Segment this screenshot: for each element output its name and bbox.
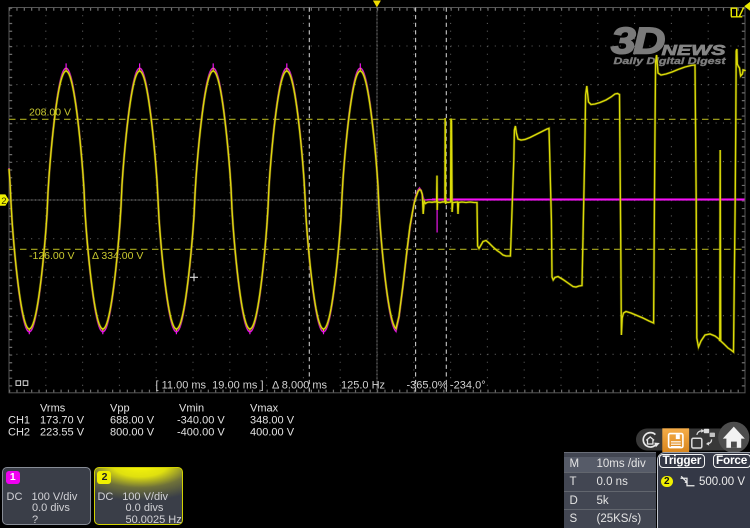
svg-text:Vmin: Vmin [179,403,204,415]
svg-text:-340.00 V: -340.00 V [177,415,225,427]
svg-text:Δ 334.00 V: Δ 334.00 V [92,250,143,262]
svg-text:223.55 V: 223.55 V [40,427,85,439]
svg-text:Vrms: Vrms [40,403,66,415]
svg-text:2: 2 [1,196,6,207]
svg-text:400.00 V: 400.00 V [250,427,295,439]
svg-text:800.00 V: 800.00 V [110,427,155,439]
svg-text:-365.0%: -365.0% [407,380,448,392]
svg-text:348.00 V: 348.00 V [250,415,295,427]
svg-text:173.70 V: 173.70 V [40,415,85,427]
svg-text:-400.00 V: -400.00 V [177,427,225,439]
svg-text:Vpp: Vpp [110,403,130,415]
svg-text:Vmax: Vmax [250,403,279,415]
svg-text:-126.00 V: -126.00 V [29,250,75,262]
svg-text:208.00 V: 208.00 V [29,107,71,119]
svg-text:Daily Digital Digest: Daily Digital Digest [614,56,727,67]
svg-text:CH1: CH1 [8,415,30,427]
svg-text:CH2: CH2 [8,427,30,439]
svg-text:Δ 8.000 ms: Δ 8.000 ms [272,380,328,392]
svg-text:[ 11.00 ms 19.00 ms ]: [ 11.00 ms 19.00 ms ] [156,380,264,392]
svg-text:-234.0°: -234.0° [450,380,486,392]
svg-text:125.0 Hz: 125.0 Hz [341,380,385,392]
svg-text:688.00 V: 688.00 V [110,415,155,427]
